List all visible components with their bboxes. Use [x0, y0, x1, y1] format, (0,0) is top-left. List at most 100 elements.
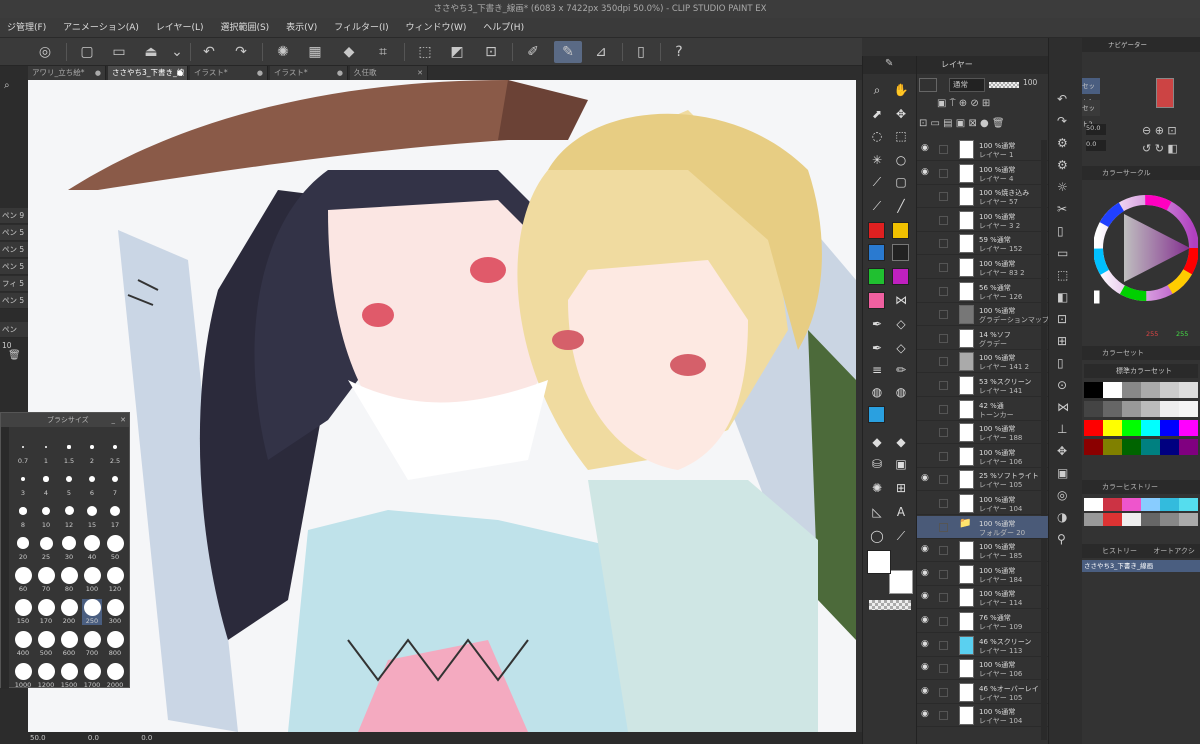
bucket-tool-icon[interactable]: ⛁	[867, 454, 887, 474]
brush-size-cell[interactable]: 700	[82, 630, 102, 657]
brush-size-cell[interactable]: 120	[105, 566, 125, 593]
pen-active-icon[interactable]: ✎	[554, 41, 582, 63]
color-history-swatch[interactable]	[1103, 513, 1122, 526]
layer-lock-checkbox[interactable]	[939, 263, 948, 272]
layer-lock-checkbox[interactable]	[939, 522, 948, 532]
subtool-item[interactable]: ペン 9	[0, 208, 28, 224]
ribbon-tool-icon[interactable]: ⋈	[891, 290, 911, 310]
undo-icon[interactable]: ↶	[198, 41, 220, 63]
deselect-icon[interactable]: ⬚	[414, 41, 436, 63]
menu-window[interactable]: ウィンドウ(W)	[399, 18, 474, 38]
menu-selection[interactable]: 選択範囲(S)	[213, 18, 276, 38]
brush-size-cell[interactable]: 1200	[36, 662, 56, 689]
history-header[interactable]: ヒストリー オートアクション	[1082, 544, 1200, 569]
color-set-swatch[interactable]	[1160, 439, 1179, 455]
pen-red-swatch[interactable]	[868, 222, 885, 239]
brush-size-cell[interactable]: 1.5	[59, 439, 79, 465]
color-history-swatch[interactable]	[1103, 498, 1122, 511]
layer-row[interactable]: ◉ 46 %スクリーン レイヤー 113	[917, 634, 1049, 657]
eye-icon[interactable]: ◉	[921, 615, 933, 627]
brush-size-cell[interactable]: 25	[36, 535, 56, 561]
pen-purple-swatch[interactable]	[892, 268, 909, 285]
brush-size-cell[interactable]: 40	[82, 534, 102, 561]
layer-lock-checkbox[interactable]	[939, 145, 948, 154]
spinner-icon[interactable]: ✺	[272, 41, 294, 63]
color-set-swatch[interactable]	[1179, 439, 1198, 455]
redo-icon[interactable]: ↷	[230, 41, 252, 63]
color-history-swatch[interactable]	[1179, 498, 1198, 511]
brush-size-cell[interactable]: 170	[36, 598, 56, 625]
eye-icon[interactable]	[921, 426, 933, 438]
tab-document[interactable]: 久任歌 ✕	[350, 66, 428, 80]
layer-row[interactable]: 100 %通常 レイヤー 141 2	[917, 350, 1049, 374]
brush-size-cell[interactable]: 8	[13, 503, 33, 529]
frame-tool-icon[interactable]: ⊞	[891, 478, 911, 498]
layer-row[interactable]: 100 %通常 レイヤー 104	[917, 492, 1049, 515]
color-set-swatch[interactable]	[1103, 401, 1122, 417]
fill-tool-icon[interactable]: ◆	[867, 432, 887, 452]
color-set-swatch[interactable]	[1179, 401, 1198, 417]
navigator-label[interactable]: ナビゲーター	[1108, 38, 1147, 52]
layer-lock-checkbox[interactable]	[939, 475, 948, 485]
clip-studio-icon[interactable]: ◎	[34, 41, 56, 63]
brush-size-cell[interactable]: 30	[59, 535, 79, 561]
layer-row[interactable]: ◉ 46 %オーバーレイ レイヤー 105	[917, 681, 1049, 704]
menu-view[interactable]: 表示(V)	[279, 18, 324, 38]
pen-green-swatch[interactable]	[868, 268, 885, 285]
brush-size-cell[interactable]: 3	[13, 471, 33, 497]
color-set-header[interactable]: カラーセット	[1082, 346, 1200, 360]
pen-blue-swatch[interactable]	[868, 244, 885, 261]
operation-tool-icon[interactable]: ⬈	[867, 104, 887, 124]
color-history-header[interactable]: カラーヒストリー	[1082, 480, 1200, 494]
brush-size-cell[interactable]: 12	[59, 503, 79, 529]
color-set-swatch[interactable]	[1160, 382, 1179, 398]
color-set-swatch[interactable]	[1179, 382, 1198, 398]
subtool-item[interactable]: フィ 5	[0, 276, 28, 292]
main-color-swatch[interactable]	[867, 550, 891, 574]
tab-close-icon[interactable]: ✕	[417, 66, 423, 80]
subtool-item[interactable]: ペン 5	[0, 242, 28, 258]
figure-tool-icon[interactable]: ◺	[867, 502, 887, 522]
color-set-swatch[interactable]	[1141, 382, 1160, 398]
eye-icon[interactable]	[921, 308, 933, 320]
eye-icon[interactable]	[921, 285, 933, 297]
color-wheel[interactable]	[1094, 182, 1198, 332]
color-set-swatch[interactable]	[1103, 439, 1122, 455]
trash-icon[interactable]: 🗑	[8, 350, 21, 361]
brush-size-cell[interactable]: 2000	[105, 662, 125, 689]
ellipse-tool-icon[interactable]: ○	[891, 150, 911, 170]
layer-row[interactable]: 100 %通常 レイヤー 3 2	[917, 209, 1049, 232]
invert-selection-icon[interactable]: ◩	[446, 41, 468, 63]
zoom-value[interactable]: 50.0	[30, 734, 46, 742]
tab-document[interactable]: アワリ_立ち絵* ●	[28, 66, 106, 80]
color-set-swatch[interactable]	[1122, 382, 1141, 398]
layer-lock-checkbox[interactable]	[939, 192, 948, 202]
eye-icon[interactable]	[921, 332, 933, 344]
tab-document[interactable]: イラスト* ●	[190, 66, 268, 80]
layer-lock-checkbox[interactable]	[939, 404, 948, 414]
brush-size-cell[interactable]: 10	[36, 503, 56, 529]
close-icon[interactable]: ✕	[120, 413, 126, 427]
color-set-swatch[interactable]	[1122, 439, 1141, 455]
tab-dot-icon[interactable]: ●	[95, 66, 101, 80]
brush-size-cell[interactable]: 1500	[59, 662, 79, 689]
layer-row[interactable]: 14 %ソフ グラデー	[917, 327, 1049, 350]
nav-control-icons[interactable]: ⊖ ⊕ ⊡ ↺ ↻ ◧	[1142, 122, 1178, 158]
minimize-icon[interactable]: _	[112, 413, 116, 427]
brush-size-cell[interactable]: 2.5	[105, 439, 125, 465]
hand-tool-icon[interactable]: ✋	[891, 80, 911, 100]
layer-row[interactable]: 100 %通常 グラデーションマップ 1 2	[917, 303, 1062, 327]
layer-lock-checkbox[interactable]	[939, 546, 948, 556]
layer-lock-checkbox[interactable]	[939, 333, 948, 343]
eye-icon[interactable]: ◉	[921, 639, 933, 651]
brush-size-cell[interactable]: 100	[82, 566, 102, 593]
layer-row[interactable]: 56 %通常 レイヤー 126	[917, 280, 1049, 303]
layer-lock-checkbox[interactable]	[939, 428, 948, 438]
gradient-tool-icon[interactable]: ▣	[891, 454, 911, 474]
side-icons[interactable]: ↶ ↷ ⚙ ⚙ ☼ ✂ ▯ ▭ ⬚ ◧ ⊡ ⊞ ▯ ⊙ ⋈ ⊥ ✥ ▣ ◎ ◑ ⚲	[1057, 88, 1069, 550]
nav-zoom-value[interactable]: 50.0	[1086, 124, 1106, 135]
set-1-button[interactable]: セット1	[1082, 78, 1100, 106]
layer-tool-icons[interactable]: ▣ ⍑ ⊕ ⊘ ⊞	[937, 98, 990, 109]
layer-row[interactable]: 100 %通常 レイヤー 188	[917, 421, 1049, 445]
color-history-swatch[interactable]	[1141, 513, 1160, 526]
